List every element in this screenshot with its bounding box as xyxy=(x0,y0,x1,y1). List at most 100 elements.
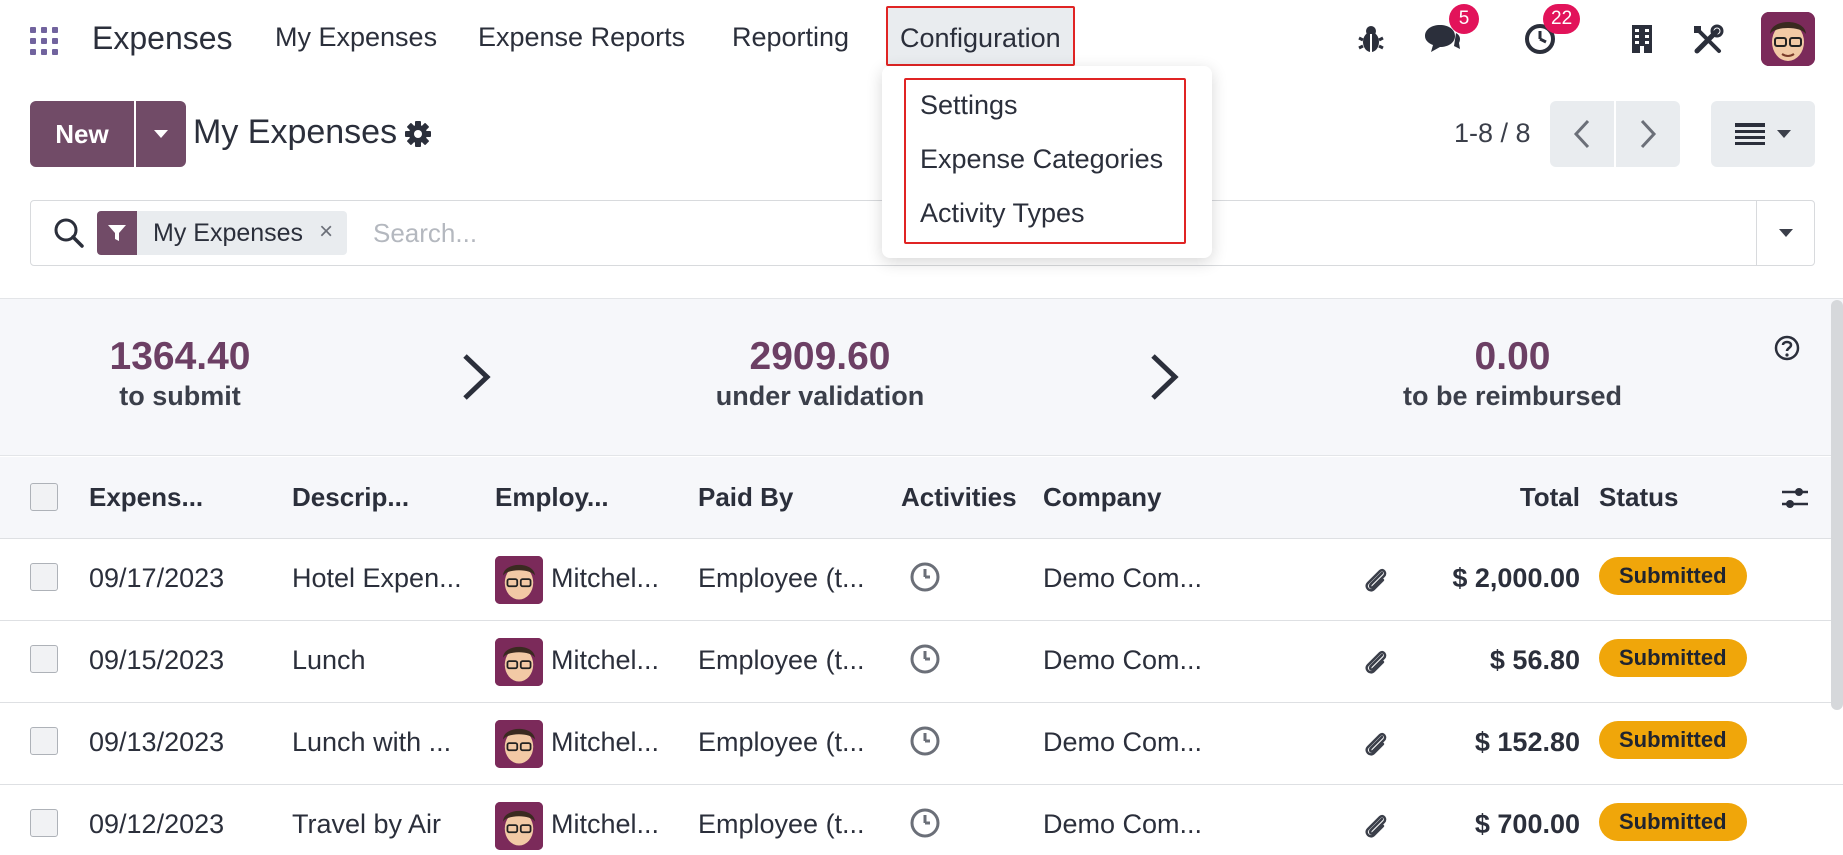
cell-employee: Mitchel... xyxy=(551,809,660,839)
activity-clock-icon[interactable] xyxy=(909,807,941,844)
new-dropdown-toggle[interactable] xyxy=(136,101,186,167)
row-checkbox[interactable] xyxy=(30,809,58,837)
cell-paid-by: Employee (t... xyxy=(698,809,865,839)
column-activities[interactable]: Activities xyxy=(901,482,1017,513)
menu-item-expense-categories[interactable]: Expense Categories xyxy=(920,144,1163,175)
cell-employee: Mitchel... xyxy=(551,645,660,675)
caret-down-icon xyxy=(1777,130,1791,138)
column-company[interactable]: Company xyxy=(1043,482,1161,513)
attachment-paperclip-icon[interactable] xyxy=(1362,729,1388,764)
table-row[interactable]: 09/15/2023 Lunch Mitchel... Employee (t.… xyxy=(0,621,1843,703)
summary-value: 2909.60 xyxy=(749,335,891,378)
column-expense-date[interactable]: Expens... xyxy=(89,482,203,513)
list-view-icon xyxy=(1735,123,1765,145)
menu-reporting[interactable]: Reporting xyxy=(732,22,849,53)
pager-value[interactable]: 1-8 / 8 xyxy=(1454,118,1531,149)
menu-configuration[interactable]: Configuration xyxy=(886,6,1075,66)
status-badge: Submitted xyxy=(1599,557,1747,595)
cell-description: Lunch xyxy=(292,645,366,675)
cell-employee: Mitchel... xyxy=(551,727,660,757)
expense-summary: 1364.40 to submit 2909.60 under validati… xyxy=(0,298,1843,456)
company-building-icon[interactable] xyxy=(1630,24,1654,59)
column-description[interactable]: Descrip... xyxy=(292,482,409,513)
filter-icon xyxy=(97,211,137,255)
user-avatar[interactable] xyxy=(1761,12,1815,66)
tools-wrench-icon[interactable] xyxy=(1692,24,1724,61)
facet-remove-icon[interactable]: × xyxy=(315,211,347,255)
row-checkbox[interactable] xyxy=(30,727,58,755)
row-checkbox[interactable] xyxy=(30,645,58,673)
summary-label: to be reimbursed xyxy=(1402,381,1623,411)
employee-avatar xyxy=(495,802,543,850)
table-row[interactable]: 09/13/2023 Lunch with ... Mitchel... Emp… xyxy=(0,703,1843,785)
summary-label: to submit xyxy=(119,381,241,411)
cell-date: 09/12/2023 xyxy=(89,809,225,839)
activity-clock-icon[interactable] xyxy=(909,725,941,762)
chevron-left-icon xyxy=(1573,119,1590,149)
cell-company: Demo Com... xyxy=(1043,809,1203,839)
row-checkbox[interactable] xyxy=(30,563,58,591)
optional-columns-icon[interactable] xyxy=(1780,483,1810,518)
employee-avatar xyxy=(495,556,543,604)
summary-label: under validation xyxy=(715,381,925,411)
column-total[interactable]: Total xyxy=(1400,482,1580,513)
cell-total: $ 152.80 xyxy=(1474,727,1580,757)
table-row[interactable]: 09/12/2023 Travel by Air Mitchel... Empl… xyxy=(0,785,1843,855)
messages-count-badge: 5 xyxy=(1449,4,1479,34)
bug-icon[interactable] xyxy=(1357,24,1385,59)
cell-date: 09/15/2023 xyxy=(89,645,225,675)
attachment-paperclip-icon[interactable] xyxy=(1362,565,1388,600)
cell-total: $ 2,000.00 xyxy=(1452,563,1580,593)
pager-previous-button[interactable] xyxy=(1550,101,1614,167)
activity-clock-icon[interactable] xyxy=(909,643,941,680)
cell-date: 09/17/2023 xyxy=(89,563,225,593)
table-header: Expens... Descrip... Employ... Paid By A… xyxy=(0,457,1843,539)
view-switcher-button[interactable] xyxy=(1711,101,1815,167)
status-badge: Submitted xyxy=(1599,803,1747,841)
cell-company: Demo Com... xyxy=(1043,563,1203,593)
search-icon[interactable] xyxy=(53,217,85,254)
new-button[interactable]: New xyxy=(30,101,134,167)
cell-paid-by: Employee (t... xyxy=(698,645,865,675)
cell-date: 09/13/2023 xyxy=(89,727,225,757)
summary-to-submit[interactable]: 1364.40 to submit xyxy=(60,335,300,412)
column-employee[interactable]: Employ... xyxy=(495,482,609,513)
chevron-right-icon xyxy=(1640,119,1657,149)
cell-paid-by: Employee (t... xyxy=(698,563,865,593)
vertical-scrollbar[interactable] xyxy=(1831,300,1843,710)
menu-item-activity-types[interactable]: Activity Types xyxy=(920,198,1085,229)
app-title[interactable]: Expenses xyxy=(92,20,233,57)
facet-label: My Expenses xyxy=(153,219,304,247)
cell-description: Lunch with ... xyxy=(292,727,452,757)
caret-down-icon xyxy=(1778,229,1793,237)
summary-to-be-reimbursed[interactable]: 0.00 to be reimbursed xyxy=(1380,335,1645,412)
employee-avatar xyxy=(495,720,543,768)
activity-clock-icon[interactable] xyxy=(909,561,941,598)
caret-down-icon xyxy=(154,130,168,138)
pager-next-button[interactable] xyxy=(1616,101,1680,167)
attachment-paperclip-icon[interactable] xyxy=(1362,811,1388,846)
cell-company: Demo Com... xyxy=(1043,645,1203,675)
column-status[interactable]: Status xyxy=(1599,482,1678,513)
cell-total: $ 56.80 xyxy=(1489,645,1580,675)
select-all-checkbox[interactable] xyxy=(30,483,58,511)
table-row[interactable]: 09/17/2023 Hotel Expen... Mitchel... Emp… xyxy=(0,539,1843,621)
search-options-toggle[interactable] xyxy=(1756,201,1814,265)
help-question-icon[interactable] xyxy=(1774,335,1800,366)
messages-icon[interactable]: 5 xyxy=(1423,4,1479,59)
gear-icon[interactable] xyxy=(404,120,432,153)
cell-description: Hotel Expen... xyxy=(292,563,462,593)
summary-under-validation[interactable]: 2909.60 under validation xyxy=(690,335,950,412)
chevron-right-icon xyxy=(463,354,491,400)
cell-paid-by: Employee (t... xyxy=(698,727,865,757)
attachment-paperclip-icon[interactable] xyxy=(1362,647,1388,682)
apps-grid-icon[interactable] xyxy=(30,27,58,55)
menu-item-settings[interactable]: Settings xyxy=(920,90,1018,121)
activities-clock-icon[interactable]: 22 xyxy=(1523,4,1581,61)
activities-count-badge: 22 xyxy=(1543,4,1581,34)
column-paid-by[interactable]: Paid By xyxy=(698,482,793,513)
search-facet: My Expenses × xyxy=(97,211,348,255)
menu-expense-reports[interactable]: Expense Reports xyxy=(478,22,685,53)
summary-value: 1364.40 xyxy=(109,335,251,378)
menu-my-expenses[interactable]: My Expenses xyxy=(275,22,437,53)
